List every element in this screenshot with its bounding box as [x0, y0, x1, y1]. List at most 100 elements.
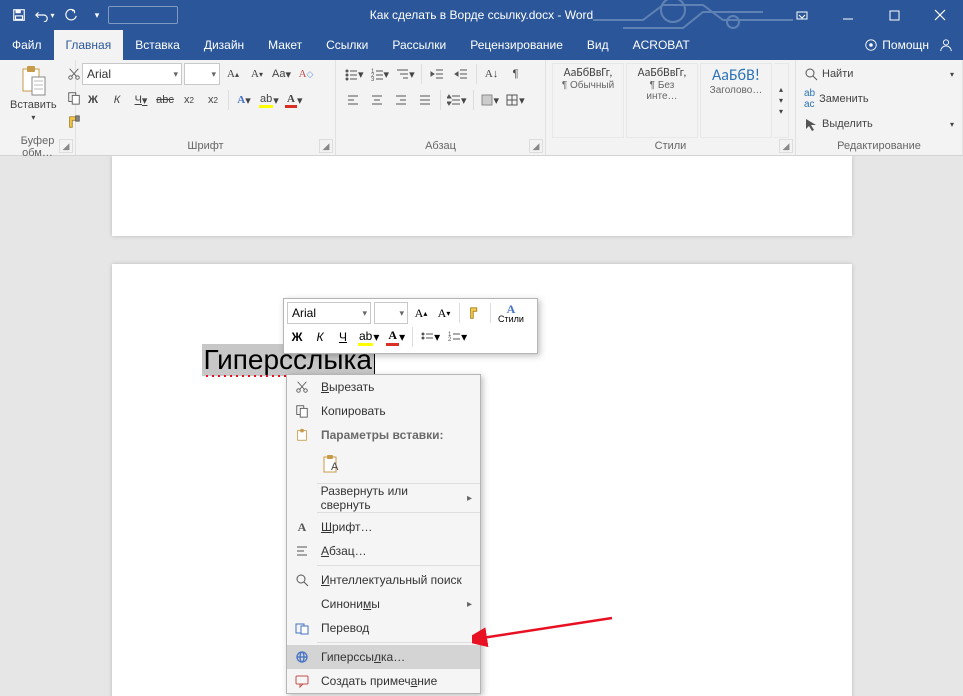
font-launcher-icon[interactable]: ◢: [319, 139, 333, 153]
mt-bullets-icon[interactable]: ▾: [418, 326, 442, 348]
group-paragraph: ▾ 123▾ ▾ A↓ ¶ ▾ ▾ ▾ Абза: [336, 60, 546, 155]
mt-underline-button[interactable]: Ч: [333, 326, 353, 348]
ctx-hyperlink[interactable]: Гиперссылка…: [287, 645, 480, 669]
bold-button[interactable]: Ж: [82, 89, 104, 111]
shading-icon[interactable]: ▾: [478, 89, 502, 111]
ctx-expand-collapse[interactable]: Развернуть или свернуть: [287, 486, 480, 510]
styles-expand-icon[interactable]: ▾: [779, 107, 783, 116]
clipboard-launcher-icon[interactable]: ◢: [59, 139, 73, 153]
tab-design[interactable]: Дизайн: [192, 30, 256, 60]
group-styles-label: Стили: [552, 138, 789, 155]
font-family-select[interactable]: Arial: [82, 63, 182, 85]
group-editing: Найти▾ abacЗаменить Выделить▾ Редактиров…: [796, 60, 963, 155]
close-icon[interactable]: [917, 0, 963, 30]
undo-icon[interactable]: ▾: [34, 4, 56, 26]
mt-font-size[interactable]: [374, 302, 408, 324]
show-marks-icon[interactable]: ¶: [505, 63, 527, 85]
mt-format-painter-icon[interactable]: [465, 302, 485, 324]
text-effects-icon[interactable]: A▾: [233, 89, 255, 111]
save-icon[interactable]: [8, 4, 30, 26]
maximize-icon[interactable]: [871, 0, 917, 30]
borders-icon[interactable]: ▾: [503, 89, 527, 111]
highlight-icon[interactable]: ab▾: [257, 89, 281, 111]
mt-grow-font-icon[interactable]: A▴: [411, 302, 431, 324]
mt-font-family[interactable]: Arial: [287, 302, 371, 324]
ctx-synonyms[interactable]: Синонимы: [287, 592, 480, 616]
tab-acrobat[interactable]: ACROBAT: [621, 30, 702, 60]
account-icon[interactable]: [939, 38, 953, 52]
paste-label: Вставить: [10, 99, 57, 111]
find-button[interactable]: Найти▾: [802, 63, 956, 85]
mt-numbering-icon[interactable]: 12▾: [445, 326, 469, 348]
paste-button[interactable]: Вставить ▾: [6, 63, 61, 124]
font-color-icon[interactable]: A▾: [283, 89, 305, 111]
ctx-copy[interactable]: Копировать: [287, 399, 480, 423]
bullets-icon[interactable]: ▾: [342, 63, 366, 85]
tab-insert[interactable]: Вставка: [123, 30, 192, 60]
tab-references[interactable]: Ссылки: [314, 30, 380, 60]
comment-icon: [291, 674, 313, 688]
ctx-cut[interactable]: Вырезать: [287, 375, 480, 399]
change-case-icon[interactable]: Aa▾: [270, 63, 293, 85]
font-size-select[interactable]: [184, 63, 220, 85]
align-left-icon[interactable]: [342, 89, 364, 111]
replace-button[interactable]: abacЗаменить: [802, 88, 956, 110]
multilevel-icon[interactable]: ▾: [393, 63, 417, 85]
ctx-paragraph[interactable]: Абзац…: [287, 539, 480, 563]
sort-icon[interactable]: A↓: [481, 63, 503, 85]
mt-bold-button[interactable]: Ж: [287, 326, 307, 348]
ctx-smart-lookup[interactable]: Интеллектуальный поиск: [287, 568, 480, 592]
align-right-icon[interactable]: [390, 89, 412, 111]
hyperlink-icon: [291, 650, 313, 664]
ctx-new-comment[interactable]: Создать примечание: [287, 669, 480, 693]
line-spacing-icon[interactable]: ▾: [445, 89, 469, 111]
styles-scroll-down-icon[interactable]: ▾: [779, 96, 783, 105]
strikethrough-button[interactable]: abc: [154, 89, 176, 111]
subscript-icon[interactable]: x2: [178, 89, 200, 111]
group-font: Arial A▴ A▾ Aa▾ A◇ Ж К Ч▾ abc x2 x2 A▾ a…: [76, 60, 336, 155]
paragraph-launcher-icon[interactable]: ◢: [529, 139, 543, 153]
font-icon: A: [291, 520, 313, 535]
justify-icon[interactable]: [414, 89, 436, 111]
mt-styles-button[interactable]: AСтили: [496, 302, 526, 324]
style-nospace[interactable]: АаБбВвГг,¶ Без инте…: [626, 63, 698, 138]
tab-home[interactable]: Главная: [54, 30, 124, 60]
ribbon-tabs: Файл Главная Вставка Дизайн Макет Ссылки…: [0, 30, 963, 60]
paste-keep-formatting[interactable]: A: [317, 451, 347, 477]
page-previous[interactable]: [112, 156, 852, 236]
paragraph-icon: [291, 544, 313, 558]
tell-me[interactable]: Помощн: [864, 38, 929, 52]
clear-formatting-icon[interactable]: A◇: [295, 63, 317, 85]
svg-text:2: 2: [448, 337, 452, 343]
mt-italic-button[interactable]: К: [310, 326, 330, 348]
mt-font-color-icon[interactable]: A▾: [384, 326, 407, 348]
align-center-icon[interactable]: [366, 89, 388, 111]
tab-mailings[interactable]: Рассылки: [380, 30, 458, 60]
style-heading1[interactable]: АаБбВ!Заголово…: [700, 63, 772, 138]
tab-review[interactable]: Рецензирование: [458, 30, 575, 60]
italic-button[interactable]: К: [106, 89, 128, 111]
increase-indent-icon[interactable]: [450, 63, 472, 85]
tab-view[interactable]: Вид: [575, 30, 621, 60]
numbering-icon[interactable]: 123▾: [368, 63, 392, 85]
tab-layout[interactable]: Макет: [256, 30, 314, 60]
underline-button[interactable]: Ч▾: [130, 89, 152, 111]
ctx-font[interactable]: AШрифт…: [287, 515, 480, 539]
redo-icon[interactable]: [60, 4, 82, 26]
qat-customize-icon[interactable]: ▾: [86, 4, 108, 26]
styles-launcher-icon[interactable]: ◢: [779, 139, 793, 153]
grow-font-icon[interactable]: A▴: [222, 63, 244, 85]
tab-file[interactable]: Файл: [0, 30, 54, 60]
styles-scroll-up-icon[interactable]: ▴: [779, 85, 783, 94]
copy-icon: [291, 404, 313, 418]
select-button[interactable]: Выделить▾: [802, 113, 956, 135]
style-normal[interactable]: АаБбВвГг,¶ Обычный: [552, 63, 624, 138]
superscript-icon[interactable]: x2: [202, 89, 224, 111]
mt-highlight-icon[interactable]: ab▾: [356, 326, 381, 348]
ctx-translate[interactable]: Перевод: [287, 616, 480, 640]
user-account-box[interactable]: [108, 6, 178, 24]
decrease-indent-icon[interactable]: [426, 63, 448, 85]
tell-me-label: Помощн: [882, 38, 929, 52]
shrink-font-icon[interactable]: A▾: [246, 63, 268, 85]
mt-shrink-font-icon[interactable]: A▾: [434, 302, 454, 324]
